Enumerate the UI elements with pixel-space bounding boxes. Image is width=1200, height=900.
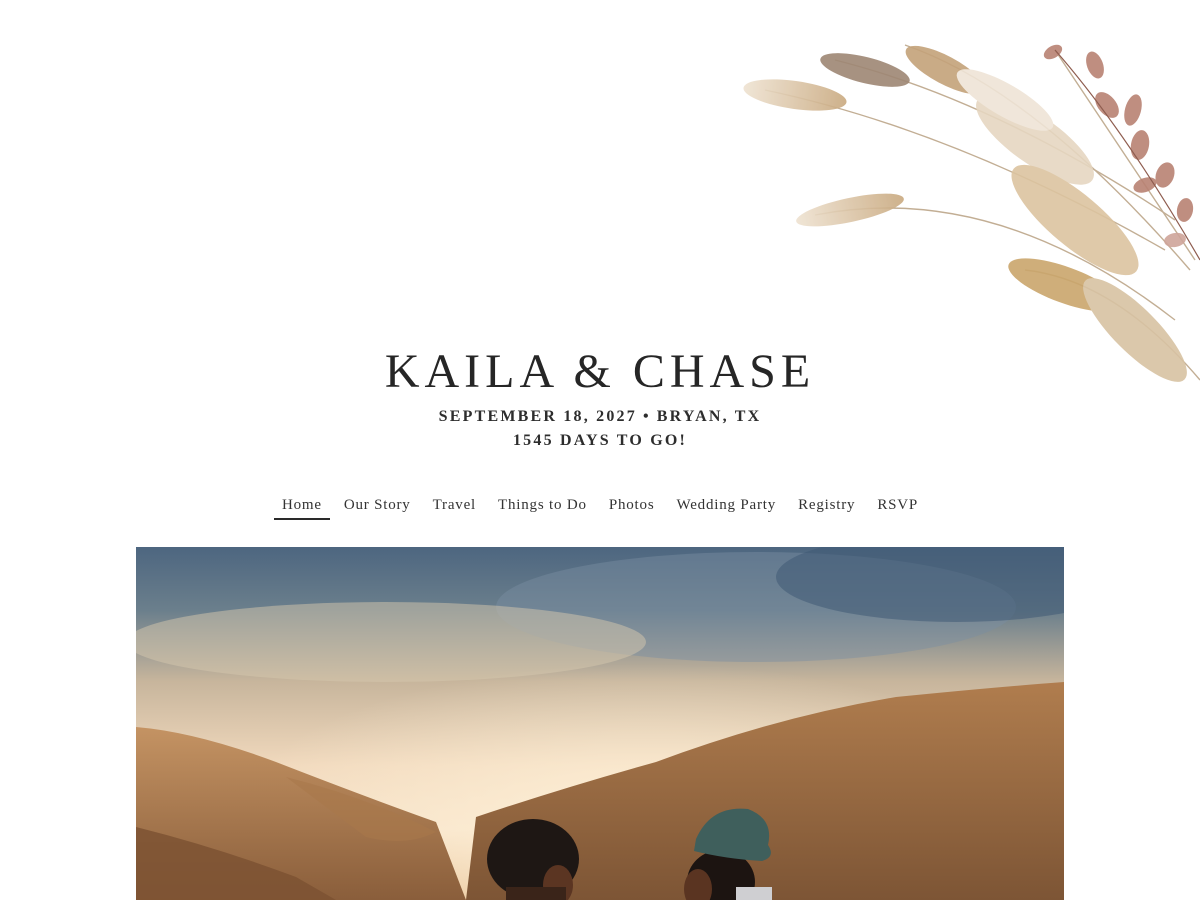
nav-travel[interactable]: Travel bbox=[425, 492, 484, 520]
event-date-location: SEPTEMBER 18, 2027 • BRYAN, TX bbox=[0, 406, 1200, 428]
main-navigation: Home Our Story Travel Things to Do Photo… bbox=[0, 492, 1200, 520]
site-header: KAILA & CHASE SEPTEMBER 18, 2027 • BRYAN, … bbox=[0, 340, 1200, 452]
nav-our-story[interactable]: Our Story bbox=[336, 492, 419, 520]
couple-names-title: KAILA & CHASE bbox=[384, 345, 816, 398]
event-date: SEPTEMBER 18, 2027 bbox=[438, 408, 637, 425]
couple-photo-illustration bbox=[136, 547, 1064, 900]
hero-couple-photo bbox=[136, 547, 1064, 900]
nav-registry[interactable]: Registry bbox=[790, 492, 863, 520]
event-location: BRYAN, TX bbox=[656, 408, 762, 425]
nav-things-to-do[interactable]: Things to Do bbox=[490, 492, 595, 520]
countdown-text: 1545 DAYS TO GO! bbox=[512, 432, 688, 449]
nav-rsvp[interactable]: RSVP bbox=[869, 492, 926, 520]
nav-home[interactable]: Home bbox=[273, 492, 330, 520]
nav-wedding-party[interactable]: Wedding Party bbox=[668, 492, 784, 520]
nav-photos[interactable]: Photos bbox=[601, 492, 663, 520]
bullet-separator: • bbox=[642, 408, 651, 425]
